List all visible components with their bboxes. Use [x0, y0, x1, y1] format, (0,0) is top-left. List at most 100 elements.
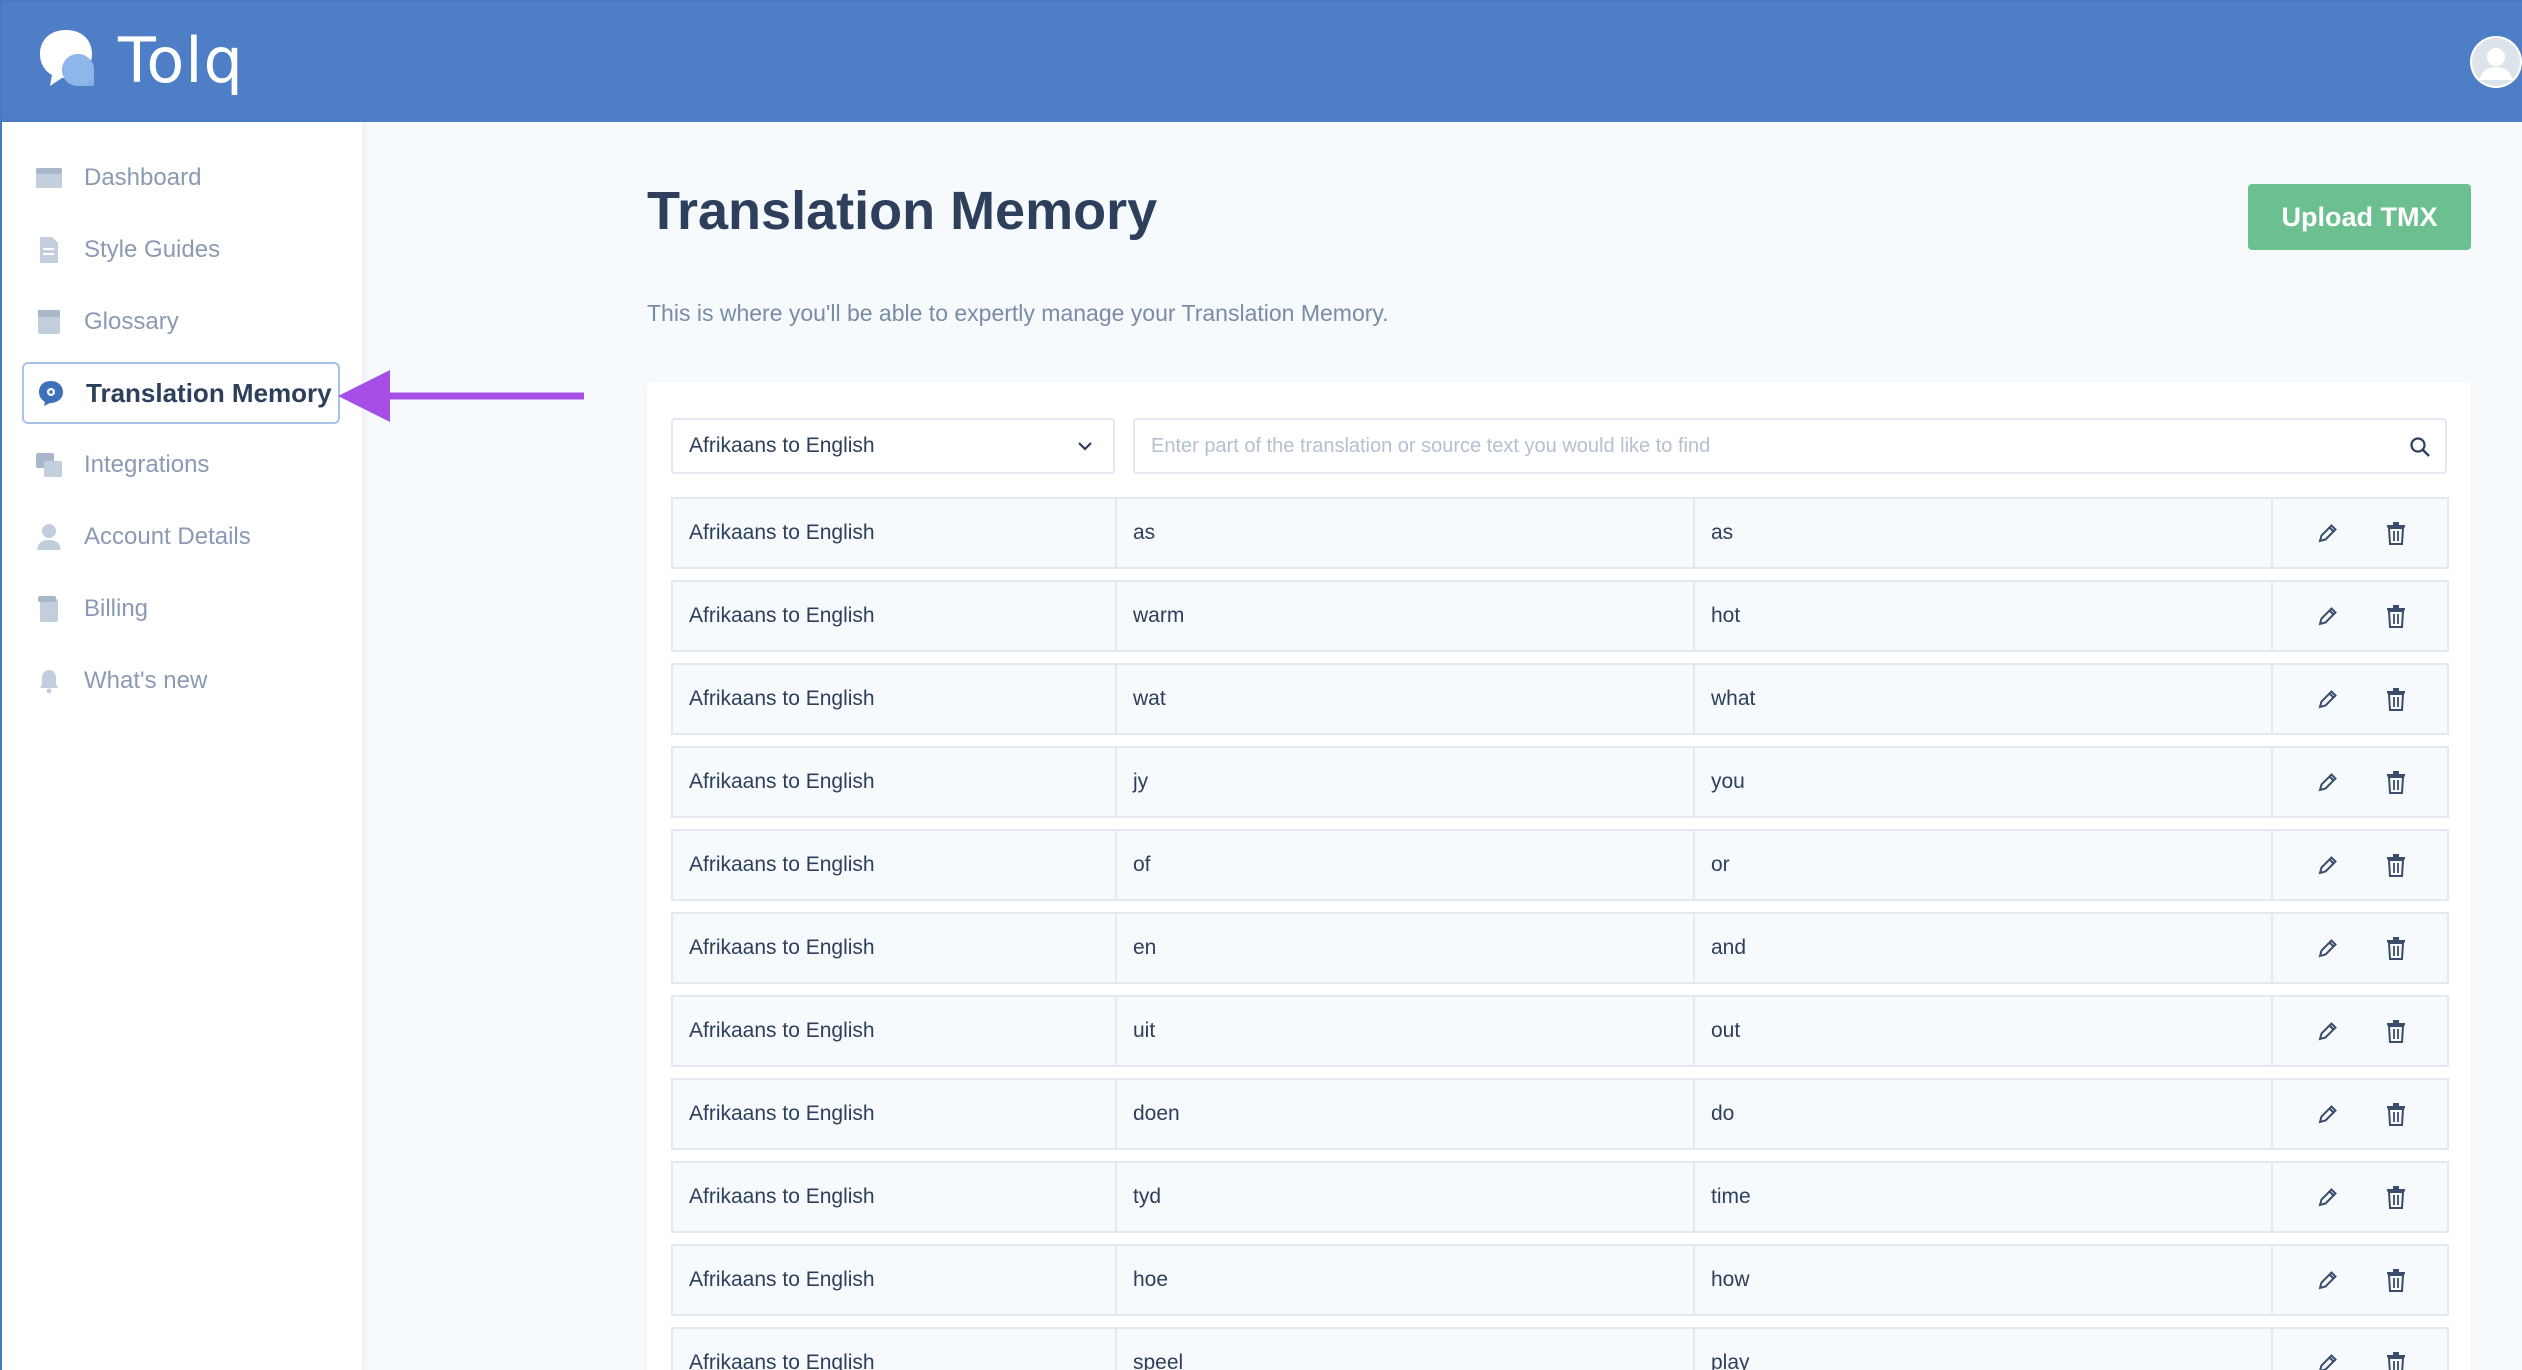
row-actions [2271, 663, 2449, 735]
user-avatar[interactable] [2470, 36, 2522, 88]
language-pair-select[interactable]: Afrikaans to English [671, 418, 1115, 474]
target-text-cell: play [1693, 1327, 2273, 1370]
sidebar-item-account-details[interactable]: Account Details [22, 506, 340, 568]
page-subtitle: This is where you'll be able to expertly… [647, 300, 1389, 326]
table-row: Afrikaans to English en and [671, 912, 2449, 984]
table-row: Afrikaans to English hoe how [671, 1244, 2449, 1316]
sidebar-item-integrations[interactable]: Integrations [22, 434, 340, 496]
upload-tmx-button[interactable]: Upload TMX [2248, 184, 2471, 250]
sidebar-item-label: What's new [84, 667, 208, 694]
sidebar-item-label: Translation Memory [86, 377, 332, 408]
source-text-cell: hoe [1115, 1244, 1695, 1316]
trash-icon[interactable] [2383, 1267, 2409, 1293]
top-bar: Tolq [2, 2, 2522, 122]
target-text-cell: time [1693, 1161, 2273, 1233]
table-row: Afrikaans to English warm hot [671, 580, 2449, 652]
language-pair-cell: Afrikaans to English [671, 497, 1117, 569]
row-actions [2271, 995, 2449, 1067]
row-actions [2271, 829, 2449, 901]
edit-icon[interactable] [2315, 769, 2341, 795]
edit-icon[interactable] [2315, 1350, 2341, 1370]
edit-icon[interactable] [2315, 1184, 2341, 1210]
billing-icon [34, 594, 64, 624]
table-row: Afrikaans to English of or [671, 829, 2449, 901]
target-text-cell: out [1693, 995, 2273, 1067]
language-pair-cell: Afrikaans to English [671, 912, 1117, 984]
edit-icon[interactable] [2315, 1018, 2341, 1044]
language-pair-cell: Afrikaans to English [671, 1327, 1117, 1370]
annotation-arrow-icon [338, 370, 584, 422]
language-pair-cell: Afrikaans to English [671, 1244, 1117, 1316]
user-avatar-icon [2472, 38, 2520, 86]
edit-icon[interactable] [2315, 935, 2341, 961]
table-row: Afrikaans to English tyd time [671, 1161, 2449, 1233]
edit-icon[interactable] [2315, 1101, 2341, 1127]
sidebar-item-label: Dashboard [84, 164, 202, 191]
app-window: Tolq Dashboard Style Guides Glossary Tra… [0, 0, 2522, 1370]
dashboard-icon [34, 163, 64, 193]
target-text-cell: as [1693, 497, 2273, 569]
memory-icon [36, 378, 66, 408]
edit-icon[interactable] [2315, 520, 2341, 546]
target-text-cell: or [1693, 829, 2273, 901]
edit-icon[interactable] [2315, 603, 2341, 629]
edit-icon[interactable] [2315, 1267, 2341, 1293]
edit-icon[interactable] [2315, 686, 2341, 712]
language-pair-cell: Afrikaans to English [671, 746, 1117, 818]
trash-icon[interactable] [2383, 935, 2409, 961]
sidebar-item-label: Billing [84, 595, 149, 622]
target-text-cell: what [1693, 663, 2273, 735]
sidebar-item-label: Style Guides [84, 236, 221, 263]
chevron-down-icon [1078, 442, 1092, 451]
row-actions [2271, 497, 2449, 569]
sidebar-item-whats-new[interactable]: What's new [22, 650, 340, 712]
table-row: Afrikaans to English wat what [671, 663, 2449, 735]
source-text-cell: doen [1115, 1078, 1695, 1150]
language-pair-cell: Afrikaans to English [671, 995, 1117, 1067]
source-text-cell: uit [1115, 995, 1695, 1067]
trash-icon[interactable] [2383, 520, 2409, 546]
sidebar: Dashboard Style Guides Glossary Translat… [2, 122, 362, 1370]
row-actions [2271, 1244, 2449, 1316]
target-text-cell: you [1693, 746, 2273, 818]
trash-icon[interactable] [2383, 686, 2409, 712]
table-row: Afrikaans to English uit out [671, 995, 2449, 1067]
tolq-logo-icon [40, 30, 94, 86]
sidebar-item-translation-memory[interactable]: Translation Memory [22, 362, 340, 424]
row-actions [2271, 1078, 2449, 1150]
translation-memory-panel: Afrikaans to English Afrikaans to Englis… [647, 382, 2471, 1370]
sidebar-item-label: Account Details [84, 523, 251, 550]
trash-icon[interactable] [2383, 1018, 2409, 1044]
language-pair-cell: Afrikaans to English [671, 829, 1117, 901]
trash-icon[interactable] [2383, 1101, 2409, 1127]
sidebar-item-glossary[interactable]: Glossary [22, 291, 340, 353]
row-actions [2271, 1327, 2449, 1370]
trash-icon[interactable] [2383, 1350, 2409, 1370]
language-pair-cell: Afrikaans to English [671, 1078, 1117, 1150]
trash-icon[interactable] [2383, 852, 2409, 878]
document-icon [34, 235, 64, 265]
source-text-cell: en [1115, 912, 1695, 984]
table-row: Afrikaans to English speel play [671, 1327, 2449, 1370]
sidebar-item-style-guides[interactable]: Style Guides [22, 219, 340, 281]
source-text-cell: jy [1115, 746, 1695, 818]
trash-icon[interactable] [2383, 1184, 2409, 1210]
target-text-cell: hot [1693, 580, 2273, 652]
edit-icon[interactable] [2315, 852, 2341, 878]
trash-icon[interactable] [2383, 603, 2409, 629]
target-text-cell: and [1693, 912, 2273, 984]
sidebar-item-dashboard[interactable]: Dashboard [22, 147, 340, 209]
search-field[interactable] [1133, 418, 2447, 474]
search-input[interactable] [1151, 430, 2371, 462]
sidebar-item-billing[interactable]: Billing [22, 578, 340, 640]
trash-icon[interactable] [2383, 769, 2409, 795]
app-name: Tolq [118, 24, 244, 97]
book-icon [34, 307, 64, 337]
row-actions [2271, 1161, 2449, 1233]
search-icon[interactable] [2409, 436, 2431, 458]
table-row: Afrikaans to English doen do [671, 1078, 2449, 1150]
source-text-cell: speel [1115, 1327, 1695, 1370]
row-actions [2271, 580, 2449, 652]
row-actions [2271, 912, 2449, 984]
sidebar-item-label: Integrations [84, 451, 210, 478]
